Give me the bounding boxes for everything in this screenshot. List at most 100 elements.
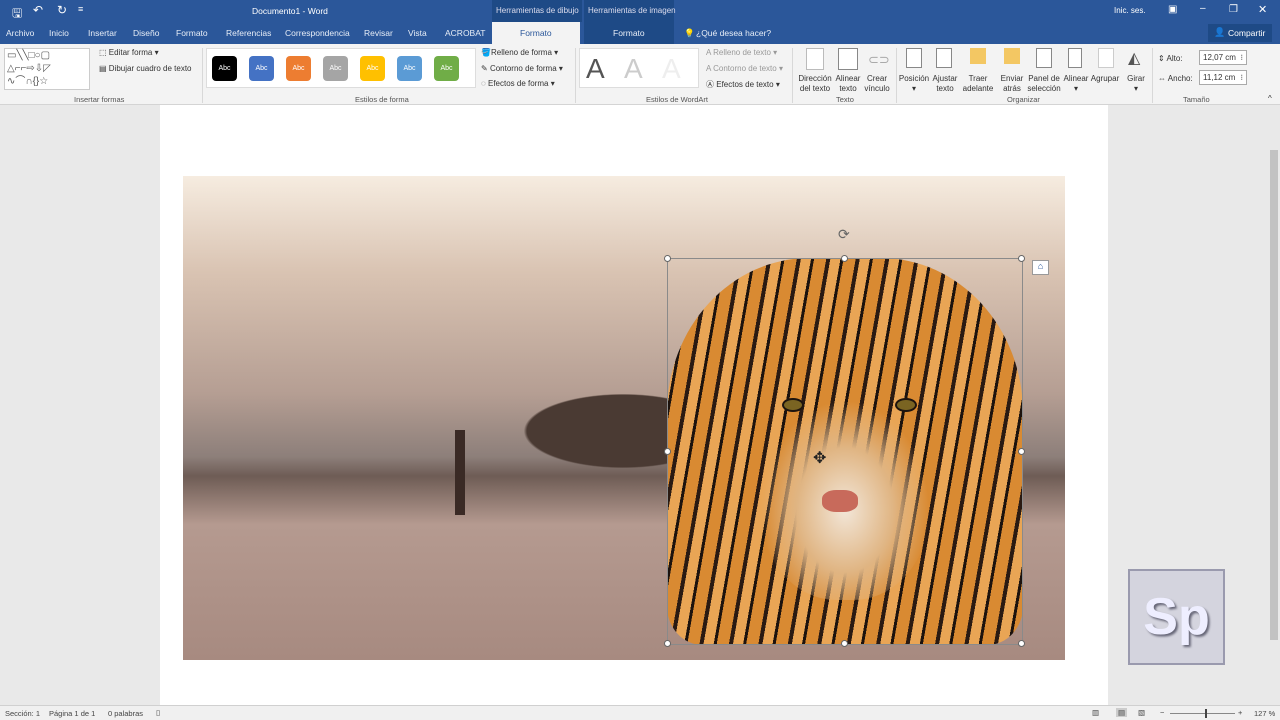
create-link-button[interactable]: Crear vínculo bbox=[863, 74, 891, 94]
tab-vista[interactable]: Vista bbox=[408, 28, 427, 38]
sign-in-link[interactable]: Inic. ses. bbox=[1114, 6, 1146, 15]
text-outline-button[interactable]: A Contorno de texto ▾ bbox=[706, 64, 783, 73]
group-label-shape-styles: Estilos de forma bbox=[355, 95, 409, 104]
tab-formato[interactable]: Formato bbox=[176, 28, 208, 38]
zoom-level[interactable]: 127 % bbox=[1254, 709, 1275, 718]
shape-style-swatch[interactable]: Abc bbox=[286, 56, 311, 81]
selection-pane-icon bbox=[1036, 48, 1052, 68]
scroll-thumb[interactable] bbox=[1270, 150, 1278, 640]
wordart-gallery[interactable]: A A A bbox=[579, 48, 699, 88]
tab-diseno[interactable]: Diseño bbox=[133, 28, 159, 38]
web-layout-icon[interactable]: ▧ bbox=[1138, 708, 1145, 717]
layout-options-icon[interactable]: ⌂ bbox=[1032, 260, 1049, 275]
shape-outline-button[interactable]: ✎ Contorno de forma ▾ bbox=[481, 64, 563, 73]
wordart-style-3[interactable]: A bbox=[662, 53, 681, 85]
tab-archivo[interactable]: Archivo bbox=[6, 28, 34, 38]
text-fill-button[interactable]: A Relleno de texto ▾ bbox=[706, 48, 777, 57]
tab-formato-drawing-active[interactable]: Formato bbox=[492, 22, 580, 44]
collapse-ribbon-icon[interactable]: ^ bbox=[1268, 94, 1272, 103]
undo-icon[interactable]: ↶ bbox=[33, 3, 43, 17]
restore-icon[interactable]: ❐ bbox=[1229, 4, 1238, 15]
resize-handle[interactable] bbox=[841, 640, 848, 647]
tell-me-input[interactable]: ¿Qué desea hacer? bbox=[696, 28, 771, 38]
width-input[interactable]: 11,12 cm ⁝ bbox=[1199, 70, 1247, 85]
draw-textbox-label: Dibujar cuadro de texto bbox=[108, 64, 192, 73]
send-backward-button[interactable]: Enviar atrás bbox=[998, 74, 1026, 94]
tab-formato-image[interactable]: Formato bbox=[613, 28, 645, 38]
resize-handle[interactable] bbox=[1018, 447, 1025, 455]
rotate-button[interactable]: Girar ▾ bbox=[1124, 74, 1148, 94]
read-mode-icon[interactable]: ▥ bbox=[1092, 708, 1099, 717]
zoom-slider-thumb[interactable] bbox=[1204, 709, 1207, 718]
zoom-in-button[interactable]: + bbox=[1238, 708, 1242, 717]
ribbon-display-icon[interactable]: ▣ bbox=[1168, 4, 1177, 15]
edit-shape-button[interactable]: ⬚ Editar forma ▾ bbox=[99, 48, 159, 57]
page-indicator[interactable]: Página 1 de 1 bbox=[49, 709, 95, 718]
print-layout-icon[interactable]: ▤ bbox=[1116, 708, 1128, 717]
text-effects-button[interactable]: Ⓐ Efectos de texto ▾ bbox=[706, 79, 780, 90]
shape-fill-button[interactable]: 🪣Relleno de forma ▾ bbox=[481, 48, 558, 57]
share-label: Compartir bbox=[1228, 28, 1266, 38]
tab-correspondencia[interactable]: Correspondencia bbox=[285, 28, 350, 38]
align-button[interactable]: Alinear ▾ bbox=[1062, 74, 1090, 94]
draw-textbox-button[interactable]: ▤ Dibujar cuadro de texto bbox=[99, 64, 192, 73]
ribbon-tabs: Archivo Inicio Insertar Diseño Formato R… bbox=[0, 22, 1280, 44]
shape-style-swatch[interactable]: Abc bbox=[249, 56, 274, 81]
shape-style-swatch[interactable]: Abc bbox=[360, 56, 385, 81]
selection-frame[interactable] bbox=[664, 255, 1025, 647]
tab-referencias[interactable]: Referencias bbox=[226, 28, 271, 38]
wordart-style-1[interactable]: A bbox=[586, 53, 605, 85]
zoom-out-button[interactable]: − bbox=[1160, 708, 1164, 717]
height-label-text: Alto: bbox=[1166, 54, 1183, 63]
group-label-wordart: Estilos de WordArt bbox=[646, 95, 708, 104]
tab-inicio[interactable]: Inicio bbox=[49, 28, 69, 38]
section-indicator[interactable]: Sección: 1 bbox=[5, 709, 40, 718]
context-drawing-tools: Herramientas de dibujo bbox=[496, 6, 579, 15]
close-icon[interactable]: ✕ bbox=[1258, 3, 1267, 16]
proofing-icon[interactable]: ▯ bbox=[156, 708, 160, 717]
align-text-button[interactable]: Alinear texto bbox=[834, 74, 862, 94]
bring-forward-icon bbox=[970, 48, 986, 64]
bring-forward-button[interactable]: Traer adelante bbox=[960, 74, 996, 94]
shape-style-swatch[interactable]: Abc bbox=[212, 56, 237, 81]
zoom-slider[interactable] bbox=[1170, 713, 1235, 714]
resize-handle[interactable] bbox=[664, 255, 671, 262]
share-button[interactable]: 👤 Compartir bbox=[1208, 24, 1272, 42]
minimize-icon[interactable]: – bbox=[1200, 3, 1206, 14]
shape-style-swatch[interactable]: Abc bbox=[397, 56, 422, 81]
text-direction-button[interactable]: Dirección del texto bbox=[796, 74, 834, 94]
resize-handle[interactable] bbox=[664, 640, 671, 647]
rotate-handle-icon[interactable]: ⟳ bbox=[838, 226, 850, 243]
context-image-tools: Herramientas de imagen bbox=[588, 6, 676, 15]
shape-effects-button[interactable]: ◌ Efectos de forma ▾ bbox=[481, 79, 555, 88]
wrap-text-button[interactable]: Ajustar texto bbox=[930, 74, 960, 94]
resize-handle[interactable] bbox=[1018, 255, 1025, 262]
tab-revisar[interactable]: Revisar bbox=[364, 28, 393, 38]
shape-fill-label: Relleno de forma bbox=[490, 48, 552, 57]
redo-icon[interactable]: ↻ bbox=[57, 3, 67, 17]
selection-pane-button[interactable]: Panel de selección bbox=[1027, 74, 1061, 94]
word-count[interactable]: 0 palabras bbox=[108, 709, 143, 718]
height-label: ⇕ Alto: bbox=[1158, 54, 1183, 63]
resize-handle[interactable] bbox=[841, 255, 848, 262]
position-button[interactable]: Posición ▾ bbox=[898, 74, 930, 94]
shape-style-swatch[interactable]: Abc bbox=[323, 56, 348, 81]
shapes-gallery[interactable]: ▭╲╲□○▢ △⌐⌐⇨⇩◸ ∿⌒∩{}☆ bbox=[4, 48, 90, 90]
vertical-scrollbar[interactable] bbox=[1268, 105, 1280, 705]
tab-insertar[interactable]: Insertar bbox=[88, 28, 117, 38]
tab-acrobat[interactable]: ACROBAT bbox=[445, 28, 485, 38]
label-line: Alinear bbox=[835, 74, 861, 83]
height-input[interactable]: 12,07 cm ⁝ bbox=[1199, 50, 1247, 65]
move-cursor-icon: ✥ bbox=[813, 450, 827, 467]
width-label-text: Ancho: bbox=[1167, 74, 1193, 83]
ribbon: ▭╲╲□○▢ △⌐⌐⇨⇩◸ ∿⌒∩{}☆ ⬚ Editar forma ▾ ▤ Di… bbox=[0, 44, 1280, 105]
tab-label: Formato bbox=[520, 28, 552, 38]
wordart-style-2[interactable]: A bbox=[624, 53, 643, 85]
sp-logo: Sp bbox=[1128, 569, 1225, 665]
text-effects-label: Efectos de texto bbox=[716, 80, 774, 89]
resize-handle[interactable] bbox=[664, 447, 671, 455]
shape-style-swatch[interactable]: Abc bbox=[434, 56, 459, 81]
customize-qat-icon[interactable]: ≡ bbox=[78, 4, 83, 14]
group-button[interactable]: Agrupar bbox=[1090, 74, 1120, 84]
resize-handle[interactable] bbox=[1018, 640, 1025, 647]
